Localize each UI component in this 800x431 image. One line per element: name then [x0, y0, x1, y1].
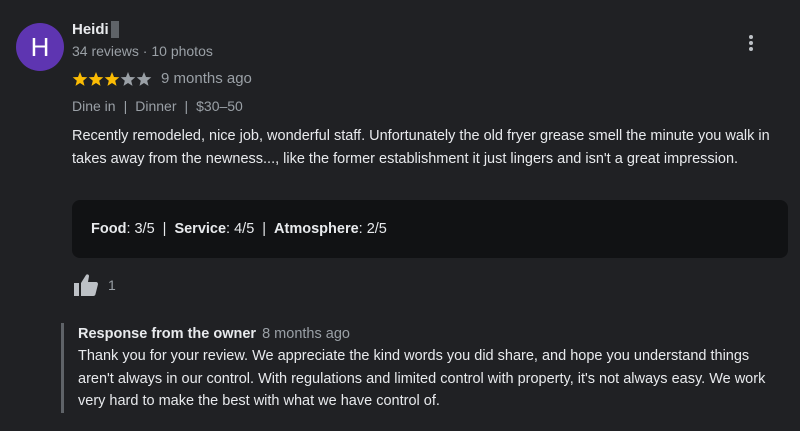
owner-response: Response from the owner 8 months ago Tha… [61, 323, 798, 413]
star-empty-icon [136, 71, 152, 86]
tag-meal: Dinner [135, 98, 177, 114]
like-button[interactable] [72, 272, 100, 298]
review-card: H Heidi 34 reviews · 10 photos 9 months … [0, 0, 800, 431]
visit-tags: Dine in | Dinner | $30–50 [72, 98, 243, 114]
tag-separator: | [123, 98, 128, 114]
star-filled-icon [104, 71, 120, 86]
star-filled-icon [72, 71, 88, 86]
subrating-food: Food: 3/5 [91, 221, 155, 237]
redacted-surname [110, 21, 119, 38]
owner-response-header: Response from the owner 8 months ago [78, 323, 798, 345]
review-time: 9 months ago [161, 70, 252, 87]
subratings-box: Food: 3/5 | Service: 4/5 | Atmosphere: 2… [72, 200, 788, 258]
avatar-letter: H [30, 31, 50, 62]
more-vertical-icon [749, 35, 753, 51]
more-options-button[interactable] [740, 30, 762, 56]
star-empty-icon [120, 71, 136, 86]
reviewer-stats: 34 reviews · 10 photos [72, 43, 213, 59]
subrating-atmosphere: Atmosphere: 2/5 [274, 221, 387, 237]
avatar[interactable]: H [16, 23, 64, 71]
like-row: 1 [72, 272, 116, 298]
subrating-separator: | [162, 221, 167, 237]
tag-price: $30–50 [196, 98, 243, 114]
tag-separator: | [184, 98, 189, 114]
owner-response-time: 8 months ago [262, 326, 350, 342]
like-count: 1 [108, 277, 116, 293]
reviewer-name[interactable]: Heidi [72, 21, 109, 38]
star-filled-icon [88, 71, 104, 86]
rating-row: 9 months ago [72, 70, 252, 87]
owner-response-text: Thank you for your review. We appreciate… [78, 348, 766, 409]
subrating-separator: | [262, 221, 267, 237]
thumbs-up-icon [74, 274, 98, 296]
star-rating [72, 71, 152, 87]
tag-dine-in: Dine in [72, 98, 116, 114]
subrating-service: Service: 4/5 [174, 221, 255, 237]
reviewer-name-row: Heidi [72, 21, 119, 38]
review-text: Recently remodeled, nice job, wonderful … [72, 128, 770, 167]
owner-response-title: Response from the owner [78, 326, 257, 342]
